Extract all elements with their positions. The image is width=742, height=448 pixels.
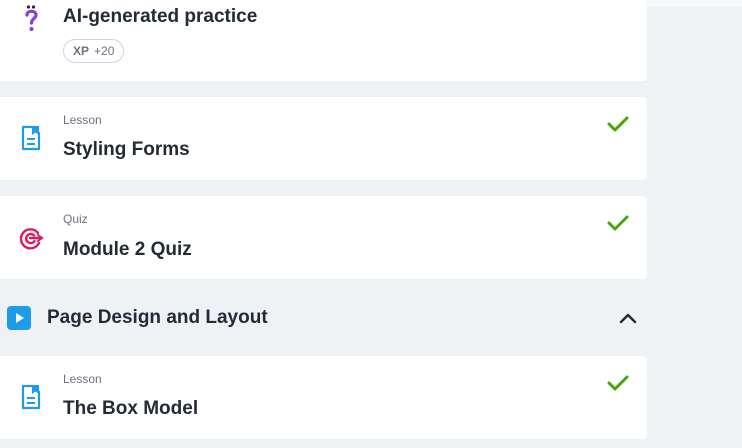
quiz-card[interactable]: Quiz Module 2 Quiz [0, 196, 647, 279]
check-icon [607, 215, 629, 231]
quiz-title: Module 2 Quiz [63, 239, 192, 260]
lesson-title: The Box Model [63, 398, 199, 419]
play-icon [7, 306, 31, 330]
xp-badge: XP +20 [63, 39, 125, 63]
practice-title: AI-generated practice [63, 6, 258, 27]
lesson-card[interactable]: Lesson Styling Forms [0, 97, 647, 180]
lesson-title: Styling Forms [63, 139, 190, 160]
document-icon [17, 124, 45, 152]
item-type-label: Quiz [63, 212, 88, 226]
xp-value: +20 [94, 44, 115, 58]
check-icon [607, 375, 629, 391]
document-icon [17, 383, 45, 411]
section-header[interactable]: Page Design and Layout [0, 296, 647, 340]
check-icon [607, 116, 629, 132]
section-title: Page Design and Layout [47, 307, 268, 328]
practice-card[interactable]: AI-generated practice XP +20 [0, 0, 647, 81]
target-icon [17, 224, 45, 252]
chevron-up-icon[interactable] [617, 308, 639, 328]
item-type-label: Lesson [63, 372, 102, 386]
question-mark-icon [17, 5, 45, 33]
lesson-card[interactable]: Lesson The Box Model [0, 356, 647, 439]
xp-label: XP [73, 44, 90, 58]
item-type-label: Lesson [63, 113, 102, 127]
